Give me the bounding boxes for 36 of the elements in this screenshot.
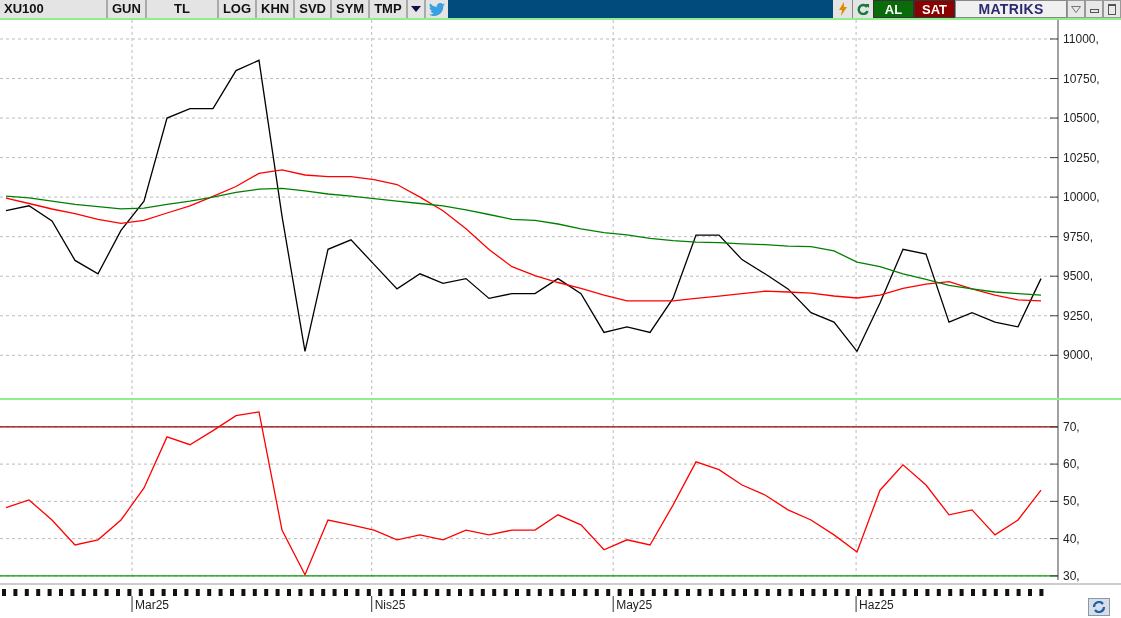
lightning-icon[interactable] — [833, 0, 853, 18]
y-axis-label: 10000, — [1063, 190, 1100, 205]
y-axis-label: 9250, — [1063, 308, 1094, 323]
x-axis-label: Mar25 — [135, 598, 170, 612]
y-axis-label: 70, — [1063, 419, 1080, 434]
dropdown-icon[interactable] — [1067, 0, 1085, 18]
x-axis-label: Nis25 — [374, 598, 406, 612]
toolbar-button[interactable]: GUN — [108, 0, 147, 18]
toolbar-button[interactable]: SYM — [331, 0, 371, 18]
y-axis-label: 9500, — [1063, 269, 1094, 284]
x-axis-label: Haz25 — [859, 598, 894, 612]
maximize-icon[interactable] — [1103, 0, 1121, 18]
y-axis-label: 11000, — [1063, 32, 1099, 46]
refresh-icon[interactable] — [853, 0, 873, 18]
y-axis-label: 60, — [1063, 457, 1080, 472]
y-axis-label: 30, — [1063, 568, 1080, 583]
y-axis-label: 10250, — [1063, 150, 1100, 165]
symbol-field[interactable]: XU100 — [0, 0, 108, 18]
toolbar-button[interactable]: LOG — [218, 0, 258, 18]
y-axis-label: 10750, — [1063, 71, 1100, 86]
toolbar-button[interactable]: KHN — [257, 0, 296, 18]
toolbar-button[interactable]: TMP — [370, 0, 408, 18]
y-axis-label: 50, — [1063, 494, 1080, 509]
caret-icon — [410, 6, 421, 12]
y-axis-label: 9000, — [1063, 348, 1094, 363]
trade-button[interactable]: SAT — [914, 0, 955, 18]
x-axis-label: May25 — [616, 598, 653, 612]
y-axis-label: 40, — [1063, 531, 1080, 546]
minimize-icon[interactable] — [1085, 0, 1103, 18]
y-axis-label: 10500, — [1063, 111, 1100, 126]
toolbar-button[interactable]: SVD — [295, 0, 332, 18]
trade-button[interactable]: AL — [873, 0, 914, 18]
y-axis-label: 9750, — [1063, 229, 1094, 244]
refresh-icon[interactable] — [1088, 598, 1110, 616]
brand-logo: MATRIKS — [955, 0, 1067, 18]
toolbar-button[interactable]: TL — [146, 0, 219, 18]
